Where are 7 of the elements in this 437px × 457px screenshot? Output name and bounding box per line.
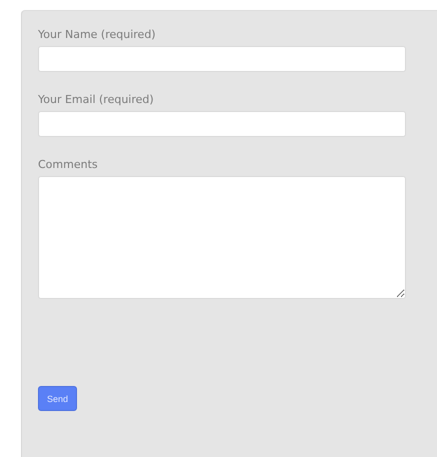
comments-field[interactable] [38,176,406,299]
field-label: Your Email (required) [38,93,155,107]
send-button[interactable]: Send [38,386,78,411]
input-field[interactable] [38,46,406,72]
field-label: Comments [38,158,99,172]
field-label: Your Name (required) [38,28,157,42]
input-field[interactable] [38,111,406,137]
